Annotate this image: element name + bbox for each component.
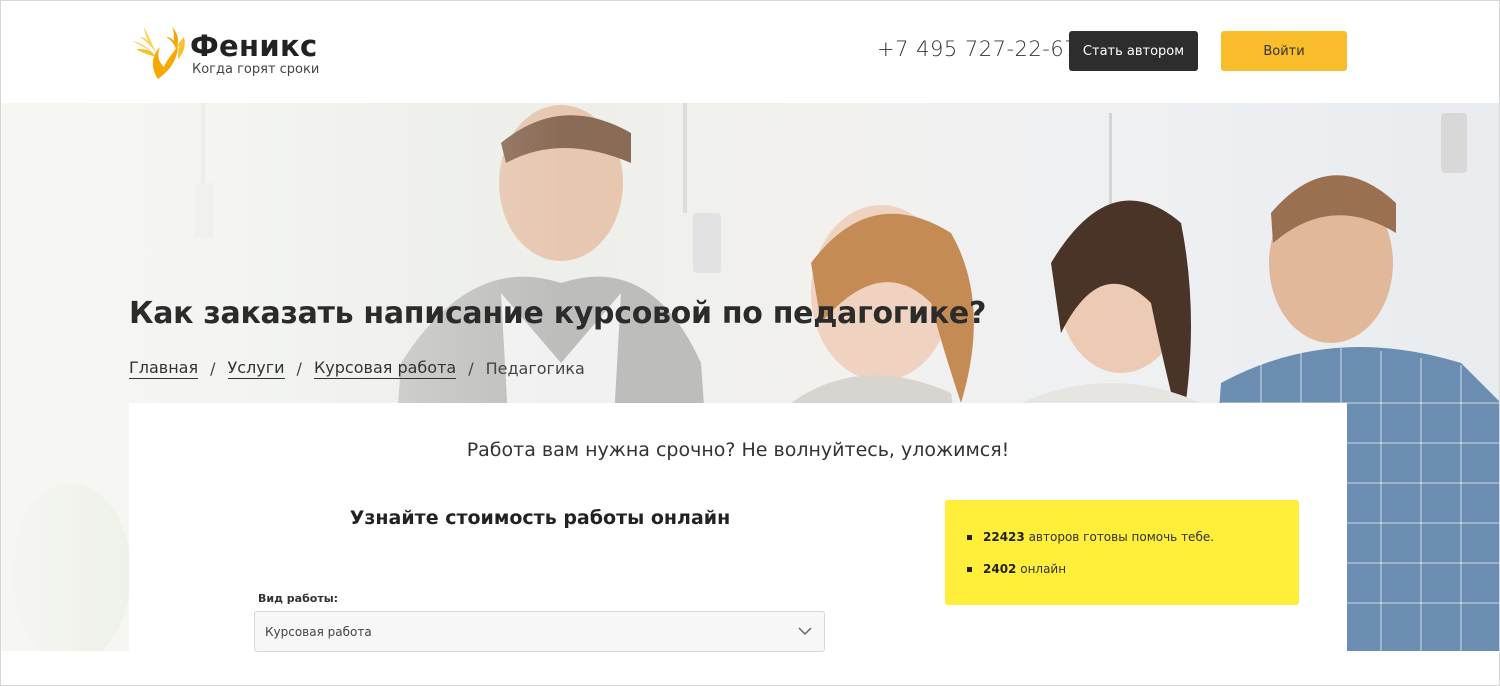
become-author-button[interactable]: Стать автором (1069, 31, 1198, 71)
stats-online-text: онлайн (1016, 562, 1067, 576)
price-calculator-heading: Узнайте стоимость работы онлайн (349, 507, 731, 529)
work-type-value: Курсовая работа (265, 625, 372, 639)
breadcrumb-home[interactable]: Главная (129, 358, 199, 379)
breadcrumb-separator: / (210, 359, 216, 378)
order-card: Работа вам нужна срочно? Не волнуйтесь, … (129, 403, 1347, 685)
work-type-select[interactable]: Курсовая работа (254, 611, 825, 652)
stats-online: 2402 онлайн (967, 562, 1214, 594)
site-header: Феникс Когда горят сроки +7 495 727-22-6… (1, 1, 1499, 103)
breadcrumb-current: Педагогика (485, 359, 585, 378)
login-button[interactable]: Войти (1221, 31, 1347, 71)
chevron-down-icon (798, 627, 812, 636)
logo[interactable]: Феникс Когда горят сроки (128, 23, 328, 83)
phoenix-logo-icon (132, 27, 185, 79)
stats-list: 22423 авторов готовы помочь тебе. 2402 о… (967, 530, 1214, 594)
breadcrumb-coursework[interactable]: Курсовая работа (313, 358, 457, 379)
authors-stats-box: 22423 авторов готовы помочь тебе. 2402 о… (945, 500, 1299, 605)
work-type-label: Вид работы: (258, 592, 339, 605)
breadcrumb-services[interactable]: Услуги (227, 358, 285, 379)
page-title: Как заказать написание курсовой по педаг… (129, 296, 987, 331)
breadcrumb-separator: / (296, 359, 302, 378)
breadcrumb: Главная / Услуги / Курсовая работа / Пед… (129, 358, 585, 379)
card-slogan: Работа вам нужна срочно? Не волнуйтесь, … (466, 439, 1010, 461)
stats-authors: 22423 авторов готовы помочь тебе. (967, 530, 1214, 562)
stats-online-number: 2402 (983, 562, 1017, 576)
stats-authors-number: 22423 (983, 530, 1025, 544)
logo-name: Феникс (190, 29, 318, 63)
page: Феникс Когда горят сроки +7 495 727-22-6… (0, 0, 1500, 686)
phone-number[interactable]: +7 495 727-22-67 (877, 37, 1078, 61)
breadcrumb-separator: / (468, 359, 474, 378)
logo-tagline: Когда горят сроки (192, 62, 320, 77)
stats-authors-text: авторов готовы помочь тебе. (1024, 530, 1215, 544)
